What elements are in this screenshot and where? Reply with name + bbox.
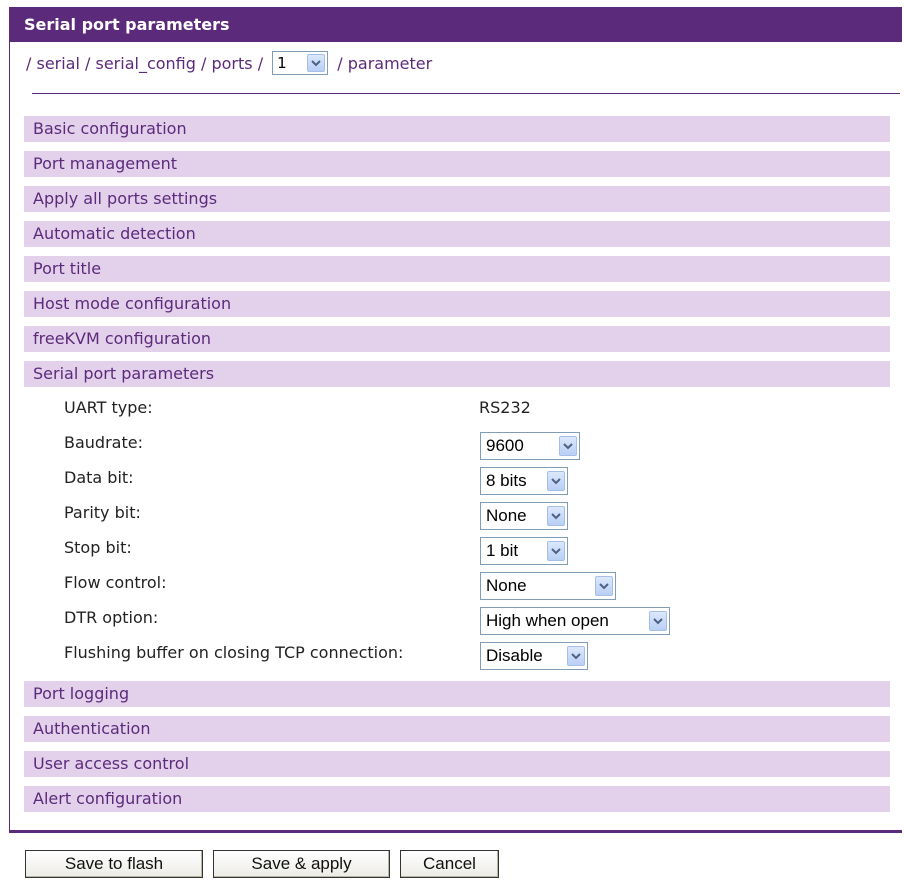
param-row-stop-bit: Stop bit: 1 bit — [24, 534, 890, 569]
param-row-flushing-buffer: Flushing buffer on closing TCP connectio… — [24, 639, 890, 674]
chevron-down-icon[interactable] — [547, 471, 565, 491]
section-automatic-detection[interactable]: Automatic detection — [24, 221, 890, 247]
section-freekvm-configuration[interactable]: freeKVM configuration — [24, 326, 890, 352]
flow-control-label: Flow control: — [64, 573, 167, 592]
data-bit-select[interactable]: 8 bits — [480, 467, 568, 495]
serial-params-form: UART type: RS232 Baudrate: 9600 Data bit… — [24, 394, 890, 674]
baudrate-label: Baudrate: — [64, 433, 143, 452]
chevron-down-icon[interactable] — [649, 611, 667, 631]
dtr-option-select[interactable]: High when open — [480, 607, 670, 635]
chevron-down-icon[interactable] — [307, 53, 326, 72]
section-serial-port-parameters[interactable]: Serial port parameters — [24, 361, 890, 387]
breadcrumb-divider — [32, 93, 900, 94]
uart-type-value: RS232 — [479, 398, 531, 417]
dtr-option-value: High when open — [486, 611, 609, 630]
section-port-management[interactable]: Port management — [24, 151, 890, 177]
breadcrumb-path[interactable]: / serial / serial_config / ports / — [26, 54, 263, 73]
flushing-buffer-label: Flushing buffer on closing TCP connectio… — [64, 643, 404, 662]
save-to-flash-button[interactable]: Save to flash — [25, 850, 203, 878]
section-authentication[interactable]: Authentication — [24, 716, 890, 742]
data-bit-label: Data bit: — [64, 468, 134, 487]
param-row-dtr-option: DTR option: High when open — [24, 604, 890, 639]
section-port-logging[interactable]: Port logging — [24, 681, 890, 707]
param-row-baudrate: Baudrate: 9600 — [24, 429, 890, 464]
chevron-down-icon[interactable] — [547, 506, 565, 526]
port-number-select[interactable]: 1 — [272, 50, 329, 75]
data-bit-value: 8 bits — [486, 471, 527, 490]
section-basic-configuration[interactable]: Basic configuration — [24, 116, 890, 142]
flow-control-select[interactable]: None — [480, 572, 616, 600]
panel-title: Serial port parameters — [10, 7, 902, 42]
baudrate-value: 9600 — [486, 436, 524, 455]
chevron-down-icon[interactable] — [559, 436, 577, 456]
flushing-buffer-select[interactable]: Disable — [480, 642, 588, 670]
flow-control-value: None — [486, 576, 527, 595]
param-row-parity-bit: Parity bit: None — [24, 499, 890, 534]
chevron-down-icon[interactable] — [547, 541, 565, 561]
param-row-uart-type: UART type: RS232 — [24, 394, 890, 429]
stop-bit-label: Stop bit: — [64, 538, 132, 557]
save-and-apply-button[interactable]: Save & apply — [213, 850, 390, 878]
cancel-button[interactable]: Cancel — [400, 850, 499, 878]
section-port-title[interactable]: Port title — [24, 256, 890, 282]
section-host-mode-configuration[interactable]: Host mode configuration — [24, 291, 890, 317]
section-user-access-control[interactable]: User access control — [24, 751, 890, 777]
chevron-down-icon[interactable] — [595, 576, 613, 596]
param-row-data-bit: Data bit: 8 bits — [24, 464, 890, 499]
parity-bit-value: None — [486, 506, 527, 525]
stop-bit-value: 1 bit — [486, 541, 519, 560]
baudrate-select[interactable]: 9600 — [480, 432, 580, 460]
port-number-value: 1 — [277, 53, 287, 72]
parity-bit-label: Parity bit: — [64, 503, 141, 522]
uart-type-label: UART type: — [64, 398, 153, 417]
flushing-buffer-value: Disable — [486, 646, 543, 665]
parity-bit-select[interactable]: None — [480, 502, 568, 530]
stop-bit-select[interactable]: 1 bit — [480, 537, 568, 565]
breadcrumb: / serial / serial_config / ports / 1 / p… — [26, 50, 433, 77]
chevron-down-icon[interactable] — [567, 646, 585, 666]
dtr-option-label: DTR option: — [64, 608, 159, 627]
breadcrumb-parameter: / parameter — [337, 54, 433, 73]
param-row-flow-control: Flow control: None — [24, 569, 890, 604]
section-apply-all-ports-settings[interactable]: Apply all ports settings — [24, 186, 890, 212]
section-alert-configuration[interactable]: Alert configuration — [24, 786, 890, 812]
config-sections: Basic configuration Port management Appl… — [24, 116, 890, 821]
